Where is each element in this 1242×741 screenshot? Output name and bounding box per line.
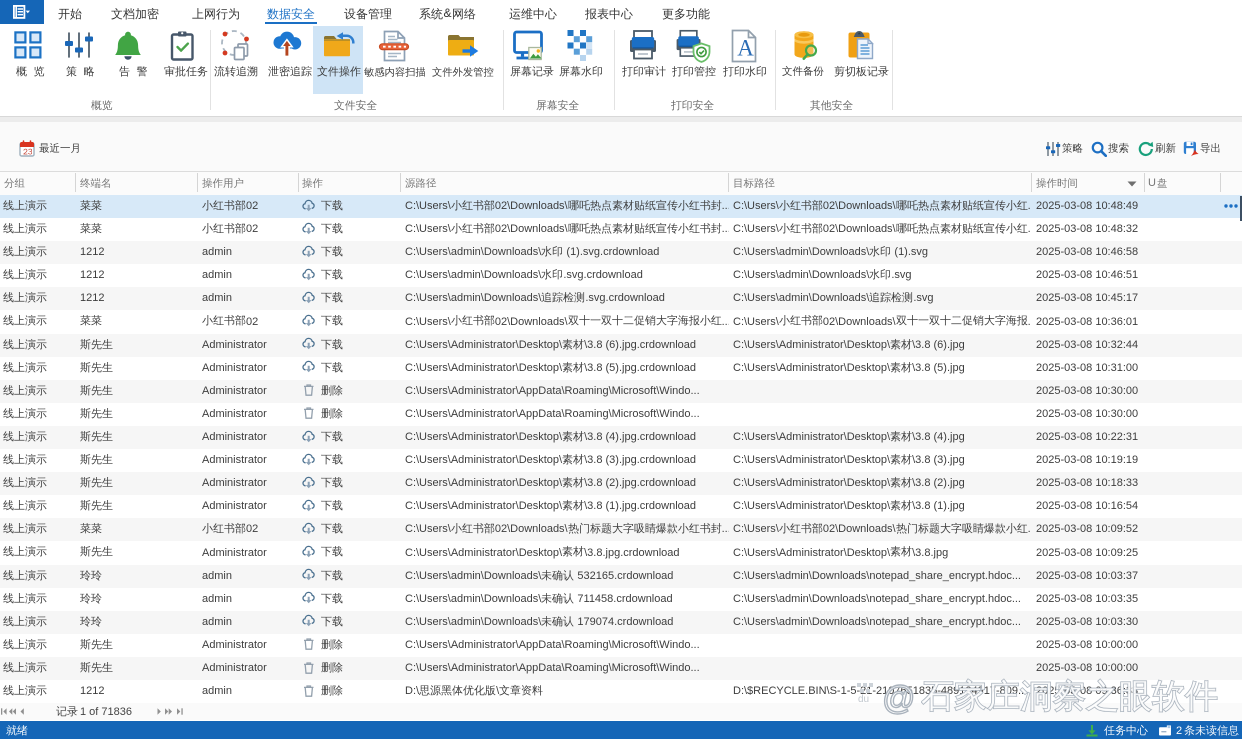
svg-text:A: A [737, 36, 754, 61]
